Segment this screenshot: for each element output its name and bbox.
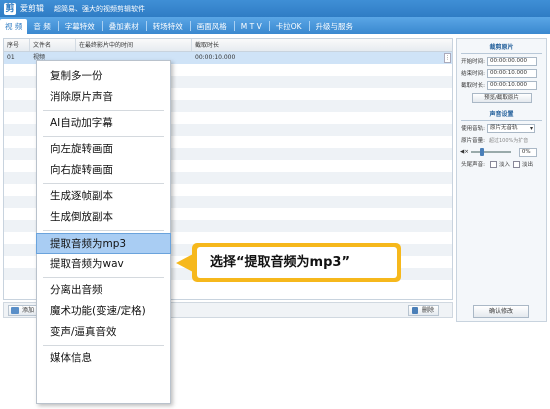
cell-duration: 00:00:10.000 <box>195 54 236 61</box>
column-header-filename: 文件名 <box>30 39 76 51</box>
instruction-callout: 选择“提取音频为mp3” <box>176 243 401 282</box>
menu-item-rotate-left[interactable]: 向左旋转画面 <box>37 139 170 160</box>
column-header-index: 序号 <box>4 39 30 51</box>
tab-overlay[interactable]: 叠加素材 <box>104 19 144 34</box>
add-video-button[interactable]: 添加 <box>8 305 39 316</box>
menu-item-reverse-copy[interactable]: 生成倒放副本 <box>37 207 170 228</box>
section-divider <box>461 120 542 121</box>
menu-item-extract-mp3[interactable]: 提取音频为mp3 <box>36 233 171 254</box>
callout-text: 选择“提取音频为mp3” <box>197 247 397 278</box>
clip-section-title: 裁剪原片 <box>489 44 514 51</box>
fade-label: 头尾声音: <box>461 162 485 168</box>
end-time-row: 结束时间: 00:00:10.000 <box>457 68 546 78</box>
audio-section-title: 声音设置 <box>489 111 514 118</box>
mute-icon[interactable]: ◀× <box>460 149 469 155</box>
tab-divider <box>308 21 310 31</box>
menu-item-magic-function[interactable]: 魔术功能(变速/定格) <box>37 301 170 322</box>
fade-row: 头尾声音: 淡入 淡出 <box>457 159 546 169</box>
volume-value-input[interactable]: 0% <box>518 147 537 157</box>
add-video-label: 添加 <box>22 307 35 314</box>
tab-video[interactable]: 视 频 <box>0 19 28 34</box>
tab-divider <box>233 21 235 31</box>
audio-track-row: 使用音轨: 原片无音轨 <box>457 123 546 133</box>
callout-arrow <box>176 254 193 272</box>
menu-item-ai-subtitles[interactable]: AI自动加字幕 <box>37 113 170 134</box>
tab-divider <box>145 21 147 31</box>
app-logo-icon: 剪 <box>4 2 16 15</box>
tab-transitions[interactable]: 转场特效 <box>148 19 188 34</box>
column-header-duration: 截取时长 <box>195 42 220 49</box>
volume-slider-row: ◀× 0% <box>457 147 546 157</box>
tab-divider <box>189 21 191 31</box>
cell-index: 01 <box>7 54 15 61</box>
confirm-changes-button[interactable]: 确认修改 <box>473 305 529 318</box>
audio-track-label: 使用音轨: <box>461 126 485 132</box>
menu-item-media-info[interactable]: 媒体信息 <box>37 348 170 369</box>
row-options-button[interactable]: ⋮ <box>444 53 451 63</box>
menu-item-extract-wav[interactable]: 提取音频为wav <box>37 254 170 275</box>
fade-in-checkbox[interactable] <box>490 160 497 168</box>
tab-karaoke[interactable]: 卡拉OK <box>271 19 307 34</box>
menu-item-voice-effects[interactable]: 变声/逼真音效 <box>37 322 170 343</box>
tab-upgrade[interactable]: 升级与服务 <box>311 19 359 34</box>
app-name: 爱剪辑 <box>20 4 44 13</box>
delete-label: 删除 <box>422 307 435 314</box>
context-menu: 复制多一份 消除原片声音 AI自动加字幕 向左旋转画面 向右旋转画面 生成逐帧副… <box>36 60 171 404</box>
menu-item-duplicate[interactable]: 复制多一份 <box>37 66 170 87</box>
duration-label: 截取时长: <box>461 83 485 89</box>
preview-clip-button[interactable]: 预览/截取原片 <box>471 93 532 103</box>
app-window: 剪 爱剪辑 超简易、强大的视频剪辑软件 视 频 音 频 字幕特效 叠加素材 转场… <box>0 0 550 409</box>
table-header: 序号 文件名 在最终影片中的时间 截取时长 <box>4 39 452 52</box>
start-time-row: 开始时间: 00:00:00.000 <box>457 56 546 66</box>
tab-divider <box>268 21 270 31</box>
volume-slider-handle[interactable] <box>479 148 484 156</box>
end-time-label: 结束时间: <box>461 71 485 77</box>
duration-row: 截取时长: 00:00:10.000 <box>457 80 546 90</box>
audio-track-select[interactable]: 原片无音轨 <box>487 123 535 133</box>
app-slogan: 超简易、强大的视频剪辑软件 <box>54 4 145 13</box>
menu-item-remove-audio[interactable]: 消除原片声音 <box>37 87 170 108</box>
tab-divider <box>57 21 59 31</box>
menu-separator <box>43 277 164 278</box>
add-video-icon <box>11 307 19 314</box>
volume-slider[interactable] <box>470 148 511 156</box>
duration-input[interactable]: 00:00:10.000 <box>487 80 537 90</box>
volume-label-row: 原片音量: 超过100%为扩音 <box>457 135 546 145</box>
title-bar: 剪 爱剪辑 超简易、强大的视频剪辑软件 <box>0 0 550 17</box>
menu-separator <box>43 183 164 184</box>
clip-settings-panel: 裁剪原片 开始时间: 00:00:00.000 结束时间: 00:00:10.0… <box>456 38 547 322</box>
menu-item-separate-audio[interactable]: 分离出音频 <box>37 280 170 301</box>
start-time-input[interactable]: 00:00:00.000 <box>487 56 537 66</box>
tab-audio[interactable]: 音 频 <box>28 19 55 34</box>
main-tab-bar: 视 频 音 频 字幕特效 叠加素材 转场特效 画面风格 M T V 卡拉OK 升… <box>0 17 550 34</box>
fade-out-checkbox[interactable] <box>513 160 521 168</box>
menu-separator <box>43 345 164 346</box>
fade-in-label: 淡入 <box>499 162 511 168</box>
tab-divider <box>101 21 103 31</box>
end-time-input[interactable]: 00:00:10.000 <box>487 68 537 78</box>
menu-item-frame-copy[interactable]: 生成逐帧副本 <box>37 186 170 207</box>
tab-mtv[interactable]: M T V <box>236 19 267 34</box>
menu-separator <box>43 136 164 137</box>
menu-top-padding <box>43 63 164 64</box>
section-divider <box>461 53 542 54</box>
menu-separator <box>43 230 164 231</box>
menu-separator <box>43 110 164 111</box>
start-time-label: 开始时间: <box>461 59 485 65</box>
tab-subtitle-effects[interactable]: 字幕特效 <box>60 19 100 34</box>
column-header-time: 在最终影片中的时间 <box>76 39 192 51</box>
volume-hint: 超过100%为扩音 <box>489 137 529 144</box>
trash-icon <box>412 307 418 314</box>
menu-item-rotate-right[interactable]: 向右旋转画面 <box>37 160 170 181</box>
delete-button[interactable]: 删除 <box>408 305 440 316</box>
volume-label: 原片音量: <box>461 138 485 144</box>
tab-picture-style[interactable]: 画面风格 <box>192 19 232 34</box>
fade-out-label: 淡出 <box>522 162 534 168</box>
